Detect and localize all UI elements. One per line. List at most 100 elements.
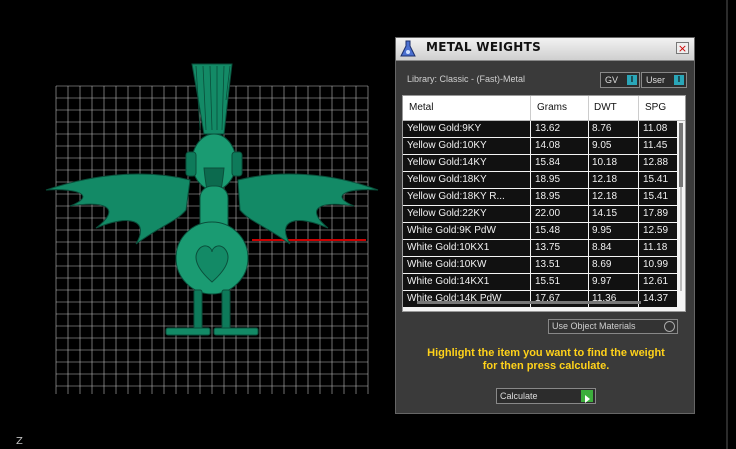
cell-divider <box>638 155 639 171</box>
column-header-grams[interactable]: Grams <box>537 102 567 113</box>
calculate-label: Calculate <box>500 391 538 401</box>
instruction-line-1: Highlight the item you want to find the … <box>427 347 665 359</box>
metal-cell: White Gold:14KX1 <box>407 276 490 287</box>
metal-weights-panel: METAL WEIGHTS × Library: Classic - (Fast… <box>395 37 695 414</box>
grams-cell: 18.95 <box>535 191 561 202</box>
dwt-cell: 8.76 <box>592 123 612 134</box>
metal-cell: Yellow Gold:9KY <box>407 123 482 134</box>
table-row[interactable]: White Gold:14KX1 15.51 9.97 12.61 <box>403 274 677 291</box>
materials-dropdown[interactable]: Use Object Materials <box>548 319 678 334</box>
library-label: Library: Classic - (Fast)-Metal <box>407 74 526 84</box>
gv-toggle[interactable]: GV I <box>600 72 640 88</box>
gv-toggle-label: GV <box>605 75 619 85</box>
flask-icon <box>400 40 416 57</box>
dwt-cell: 10.18 <box>592 157 618 168</box>
cell-divider <box>638 240 639 256</box>
metal-cell: White Gold:10KW <box>407 259 487 270</box>
table-row[interactable]: White Gold:10KX1 13.75 8.84 11.18 <box>403 240 677 257</box>
dwt-cell: 9.95 <box>592 225 612 236</box>
spg-cell: 12.59 <box>643 225 669 236</box>
dropdown-circle-icon <box>664 321 675 332</box>
cell-divider <box>530 155 531 171</box>
table-row[interactable]: White Gold:14K PdW 17.67 11.36 14.37 <box>403 291 677 308</box>
column-header-dwt[interactable]: DWT <box>594 102 617 113</box>
instruction-text: Highlight the item you want to find the … <box>406 347 686 373</box>
cell-divider <box>638 274 639 290</box>
spg-cell: 17.89 <box>643 208 669 219</box>
spg-cell: 11.08 <box>643 123 668 134</box>
cell-divider <box>530 172 531 188</box>
metal-cell: White Gold:10KX1 <box>407 242 490 253</box>
table-row[interactable]: Yellow Gold:10KY 14.08 9.05 11.45 <box>403 138 677 155</box>
dwt-cell: 12.18 <box>592 191 618 202</box>
cell-divider <box>530 240 531 256</box>
table-row[interactable]: White Gold:9K PdW 15.48 9.95 12.59 <box>403 223 677 240</box>
cell-divider <box>530 291 531 307</box>
cell-divider <box>530 121 531 137</box>
cell-divider <box>638 172 639 188</box>
user-toggle[interactable]: User I <box>641 72 687 88</box>
cell-divider <box>588 121 589 137</box>
table-row[interactable]: Yellow Gold:18KY R... 18.95 12.18 15.41 <box>403 189 677 206</box>
play-arrow-icon <box>581 390 593 403</box>
rooster-model <box>45 63 379 336</box>
dwt-cell: 9.97 <box>592 276 612 287</box>
table-row[interactable]: Yellow Gold:22KY 22.00 14.15 17.89 <box>403 206 677 223</box>
cell-divider <box>530 138 531 154</box>
user-toggle-label: User <box>646 75 666 85</box>
cell-divider <box>588 274 589 290</box>
table-row[interactable]: Yellow Gold:18KY 18.95 12.18 15.41 <box>403 172 677 189</box>
cell-divider <box>530 274 531 290</box>
table-header: Metal Grams DWT SPG <box>403 96 685 121</box>
metal-cell: White Gold:9K PdW <box>407 225 496 236</box>
cell-divider <box>588 291 589 307</box>
grams-cell: 22.00 <box>535 208 561 219</box>
spg-cell: 12.61 <box>643 276 669 287</box>
metal-cell: Yellow Gold:22KY <box>407 208 487 219</box>
grams-cell: 13.75 <box>535 242 561 253</box>
cell-divider <box>638 121 639 137</box>
spg-cell: 14.37 <box>643 293 669 304</box>
grams-cell: 15.84 <box>535 157 561 168</box>
column-divider <box>530 96 531 120</box>
metal-cell: Yellow Gold:18KY R... <box>407 191 505 202</box>
cell-divider <box>588 189 589 205</box>
cell-divider <box>530 189 531 205</box>
vertical-scrollbar[interactable] <box>678 123 684 291</box>
metal-cell: Yellow Gold:10KY <box>407 140 487 151</box>
spg-cell: 10.99 <box>643 259 669 270</box>
column-divider <box>588 96 589 120</box>
materials-dropdown-label: Use Object Materials <box>552 321 636 331</box>
spg-cell: 11.45 <box>643 140 668 151</box>
table-row[interactable]: Yellow Gold:14KY 15.84 10.18 12.88 <box>403 155 677 172</box>
close-button[interactable]: × <box>676 42 689 54</box>
grams-cell: 13.51 <box>535 259 561 270</box>
metal-table: Metal Grams DWT SPG Yellow Gold:9KY 13.62… <box>402 95 686 312</box>
table-row[interactable]: White Gold:10KW 13.51 8.69 10.99 <box>403 257 677 274</box>
cell-divider <box>588 172 589 188</box>
calculate-button[interactable]: Calculate <box>496 388 596 404</box>
cell-divider <box>638 206 639 222</box>
grams-cell: 15.51 <box>535 276 561 287</box>
spg-cell: 15.41 <box>643 174 669 185</box>
grams-cell: 15.48 <box>535 225 561 236</box>
grams-cell: 14.08 <box>535 140 561 151</box>
metal-cell: Yellow Gold:14KY <box>407 157 487 168</box>
horizontal-scrollbar[interactable] <box>417 301 641 304</box>
spg-cell: 12.88 <box>643 157 669 168</box>
dwt-cell: 8.69 <box>592 259 612 270</box>
spg-cell: 15.41 <box>643 191 669 202</box>
dwt-cell: 12.18 <box>592 174 618 185</box>
cell-divider <box>638 138 639 154</box>
cell-divider <box>588 138 589 154</box>
spg-cell: 11.18 <box>643 242 668 253</box>
cell-divider <box>588 223 589 239</box>
z-axis-label: Z <box>16 436 23 447</box>
table-row[interactable]: Yellow Gold:9KY 13.62 8.76 11.08 <box>403 121 677 138</box>
scroll-thumb[interactable] <box>679 123 683 187</box>
column-header-metal[interactable]: Metal <box>409 102 433 113</box>
cell-divider <box>588 206 589 222</box>
panel-titlebar[interactable]: METAL WEIGHTS × <box>396 38 694 61</box>
cell-divider <box>530 206 531 222</box>
column-header-spg[interactable]: SPG <box>645 102 666 113</box>
